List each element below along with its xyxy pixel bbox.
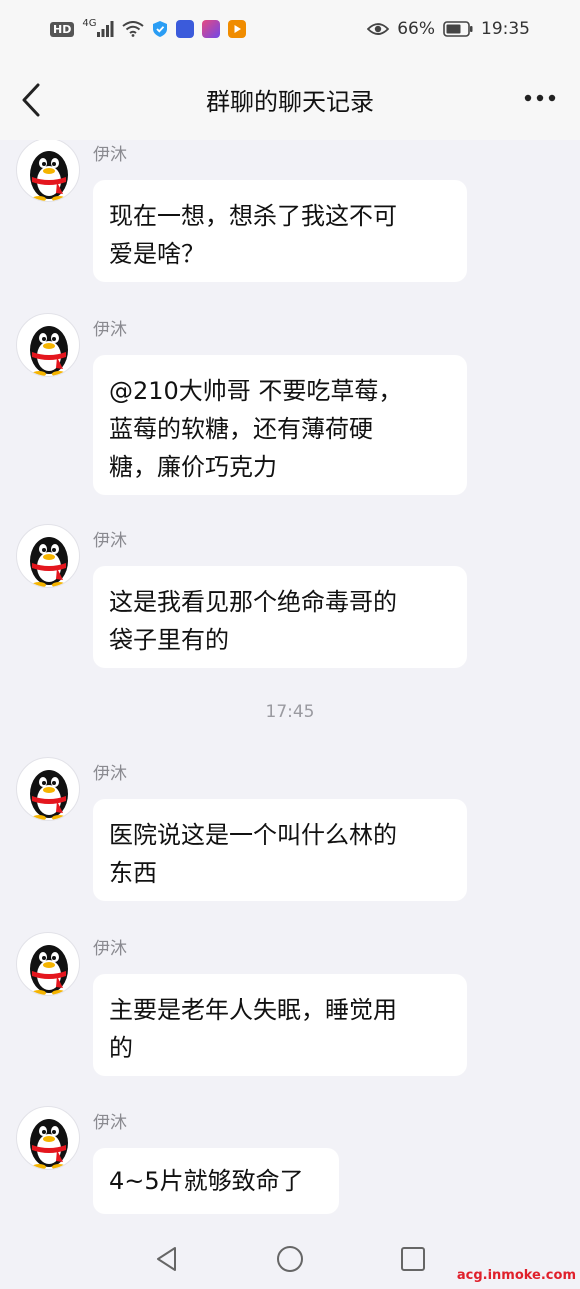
chat-list[interactable]: 伊沐 现在一想，想杀了我这不可 爱是啥？ 伊沐 @210大帅哥 不要吃草莓， 蓝… (0, 140, 580, 1230)
avatar[interactable] (16, 757, 80, 821)
triangle-back-icon (157, 1247, 176, 1271)
page-title: 群聊的聊天记录 (206, 87, 374, 116)
message-bubble[interactable]: 这是我看见那个绝命毒哥的 袋子里有的 (93, 566, 467, 668)
message-text: @210大帅哥 不要吃草莓， 蓝莓的软糖，还有薄荷硬 糖，廉价巧克力 (109, 377, 403, 481)
chevron-left-icon (22, 83, 40, 117)
nav-recents-button[interactable] (398, 1244, 428, 1274)
sender-name: 伊沐 (93, 764, 127, 784)
sender-name: 伊沐 (93, 531, 127, 551)
signal-icon: 4G (82, 17, 114, 37)
app-icon (202, 20, 221, 38)
sender-name: 伊沐 (93, 1113, 127, 1133)
message-bubble[interactable]: 4~5片就够致命了 (93, 1148, 339, 1214)
circle-home-icon (277, 1246, 303, 1272)
avatar[interactable] (16, 524, 80, 588)
nav-home-button[interactable] (275, 1244, 305, 1274)
shield-icon (152, 20, 168, 38)
battery-icon (443, 21, 473, 37)
avatar[interactable] (16, 932, 80, 996)
status-left: HD 4G (50, 17, 247, 38)
system-nav-bar: acg.inmoke.com (0, 1230, 580, 1289)
back-button[interactable] (18, 82, 48, 118)
sender-name: 伊沐 (93, 939, 127, 959)
battery-percent: 66% (397, 19, 435, 39)
more-icon (524, 94, 556, 102)
penguin-avatar-icon (30, 770, 68, 820)
penguin-avatar-icon (30, 326, 68, 376)
time-separator: 17:45 (265, 702, 315, 722)
sender-name: 伊沐 (93, 320, 127, 340)
sender-name: 伊沐 (93, 145, 127, 165)
avatar[interactable] (16, 1106, 80, 1170)
message-bubble[interactable]: 医院说这是一个叫什么林的 东西 (93, 799, 467, 901)
square-recents-icon (401, 1247, 425, 1271)
app-icon (176, 20, 195, 38)
message-text: 这是我看见那个绝命毒哥的 袋子里有的 (109, 588, 397, 654)
penguin-avatar-icon (30, 1119, 68, 1169)
status-right: 66% 19:35 (367, 19, 530, 39)
status-bar: HD 4G 66% 19:35 (0, 0, 580, 58)
video-icon (228, 20, 247, 38)
message-text: 医院说这是一个叫什么林的 东西 (109, 821, 397, 887)
clock: 19:35 (481, 19, 530, 39)
network-label: 4G (82, 17, 97, 29)
avatar[interactable] (16, 140, 80, 202)
nav-back-button[interactable] (152, 1244, 182, 1274)
hd-badge: HD (50, 21, 75, 37)
message-text: 主要是老年人失眠，睡觉用 的 (109, 996, 397, 1062)
chat-header: 群聊的聊天记录 (0, 58, 580, 140)
message-bubble[interactable]: 主要是老年人失眠，睡觉用 的 (93, 974, 467, 1076)
eye-icon (367, 21, 390, 37)
penguin-avatar-icon (30, 945, 68, 995)
message-bubble[interactable]: 现在一想，想杀了我这不可 爱是啥？ (93, 180, 467, 282)
message-text: 现在一想，想杀了我这不可 爱是啥？ (109, 202, 397, 268)
penguin-avatar-icon (30, 537, 68, 587)
avatar[interactable] (16, 313, 80, 377)
penguin-avatar-icon (30, 151, 68, 201)
message-bubble[interactable]: @210大帅哥 不要吃草莓， 蓝莓的软糖，还有薄荷硬 糖，廉价巧克力 (93, 355, 467, 495)
watermark: acg.inmoke.com (456, 1268, 576, 1283)
message-text: 4~5片就够致命了 (109, 1167, 304, 1195)
more-button[interactable] (522, 86, 558, 110)
wifi-icon (122, 21, 145, 37)
